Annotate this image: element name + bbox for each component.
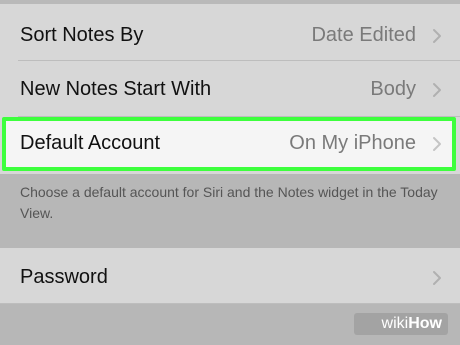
sort-notes-by-row[interactable]: Sort Notes By Date Edited (0, 4, 460, 60)
chevron-right-icon (433, 271, 441, 285)
watermark-wiki: wiki (381, 315, 409, 332)
chevron-right-icon (433, 29, 441, 43)
new-notes-start-with-row[interactable]: New Notes Start With Body (0, 62, 460, 118)
chevron-right-icon (433, 137, 441, 151)
chevron-right-icon (433, 83, 441, 97)
sort-notes-by-value: Date Edited (311, 24, 416, 46)
separator (18, 60, 460, 61)
default-account-label: Default Account (20, 132, 161, 154)
separator (0, 303, 460, 304)
password-row[interactable]: Password (0, 248, 460, 304)
watermark-how: How (408, 315, 442, 332)
default-account-footer: Choose a default account for Siri and th… (20, 184, 438, 221)
wikihow-watermark: wikiHow (353, 313, 448, 335)
default-account-row[interactable]: Default Account On My iPhone (0, 117, 460, 174)
new-notes-start-with-label: New Notes Start With (20, 78, 212, 100)
default-account-value: On My iPhone (289, 132, 416, 154)
new-notes-start-with-value: Body (370, 78, 416, 100)
password-label: Password (20, 266, 108, 288)
sort-notes-by-label: Sort Notes By (20, 24, 144, 46)
